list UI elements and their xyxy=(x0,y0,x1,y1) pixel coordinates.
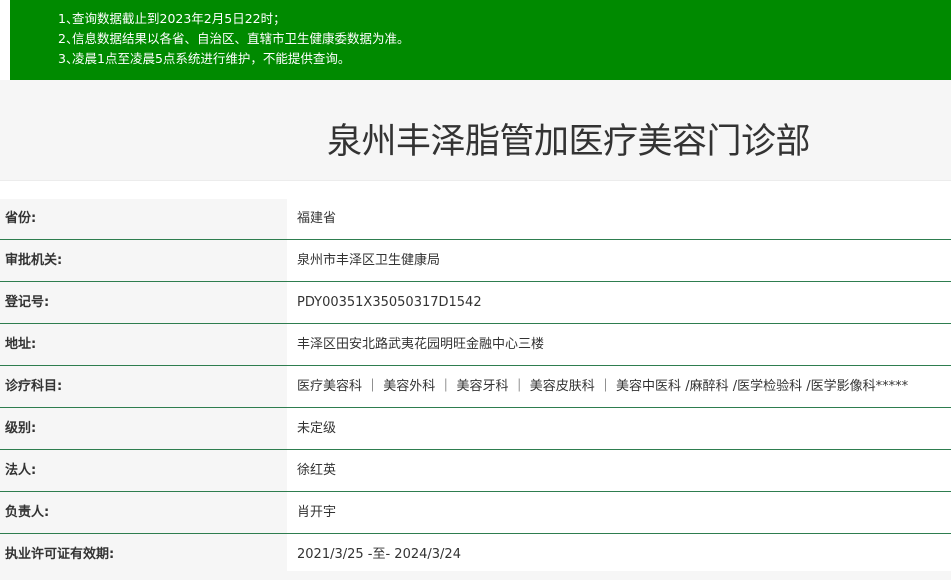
page-title: 泉州丰泽脂管加医疗美容门诊部 xyxy=(327,122,811,162)
table-row: 法人: 徐红英 xyxy=(0,450,951,492)
table-row: 诊疗科目: 医疗美容科 ｜ 美容外科 ｜ 美容牙科 ｜ 美容皮肤科 ｜ 美容中医… xyxy=(0,366,951,408)
row-label: 登记号: xyxy=(0,282,287,323)
info-table: 省份: 福建省 审批机关: 泉州市丰泽区卫生健康局 登记号: PDY00351X… xyxy=(0,199,951,576)
row-value: 2021/3/25 -至- 2024/3/24 xyxy=(297,547,461,562)
row-label: 法人: xyxy=(0,450,287,491)
table-row: 执业许可证有效期: 2021/3/25 -至- 2024/3/24 xyxy=(0,534,951,576)
table-row: 地址: 丰泽区田安北路武夷花园明旺金融中心三楼 xyxy=(0,324,951,366)
footer-bar xyxy=(0,571,951,580)
row-label: 审批机关: xyxy=(0,240,287,281)
row-label: 诊疗科目: xyxy=(0,366,287,407)
row-label: 省份: xyxy=(0,199,287,239)
table-row: 审批机关: 泉州市丰泽区卫生健康局 xyxy=(0,240,951,282)
row-value: 肖开宇 xyxy=(297,505,337,520)
table-row: 级别: 未定级 xyxy=(0,408,951,450)
notice-item: 2、信息数据结果以各省、自治区、直辖市卫生健康委数据为准。 xyxy=(58,29,951,49)
table-row: 负责人: 肖开宇 xyxy=(0,492,951,534)
notice-item: 1、查询数据截止到2023年2月5日22时； xyxy=(58,9,951,29)
notice-text: 查询数据截止到2023年2月5日22时； xyxy=(72,11,286,26)
notice-number: 2、 xyxy=(58,31,79,46)
notice-text: 信息数据结果以各省、自治区、直辖市卫生健康委数据为准。 xyxy=(72,31,410,46)
notice-text: 凌晨1点至凌晨5点系统进行维护，不能提供查询。 xyxy=(72,51,351,66)
notice-item: 3、凌晨1点至凌晨5点系统进行维护，不能提供查询。 xyxy=(58,49,951,69)
notice-banner: 1、查询数据截止到2023年2月5日22时； 2、信息数据结果以各省、自治区、直… xyxy=(10,0,951,80)
row-value: 泉州市丰泽区卫生健康局 xyxy=(297,253,441,268)
row-label: 地址: xyxy=(0,324,287,365)
row-value: 丰泽区田安北路武夷花园明旺金融中心三楼 xyxy=(297,337,545,352)
row-value: 福建省 xyxy=(297,211,337,226)
row-label: 执业许可证有效期: xyxy=(0,534,287,575)
notice-number: 3、 xyxy=(58,51,79,66)
divider xyxy=(0,180,951,181)
row-label: 负责人: xyxy=(0,492,287,533)
row-value: 医疗美容科 ｜ 美容外科 ｜ 美容牙科 ｜ 美容皮肤科 ｜ 美容中医科 /麻醉科… xyxy=(297,379,909,394)
table-row: 省份: 福建省 xyxy=(0,199,951,240)
table-row: 登记号: PDY00351X35050317D1542 xyxy=(0,282,951,324)
row-value: PDY00351X35050317D1542 xyxy=(297,295,482,310)
row-value: 徐红英 xyxy=(297,463,337,478)
notice-number: 1、 xyxy=(58,11,79,26)
row-value: 未定级 xyxy=(297,421,337,436)
row-label: 级别: xyxy=(0,408,287,449)
